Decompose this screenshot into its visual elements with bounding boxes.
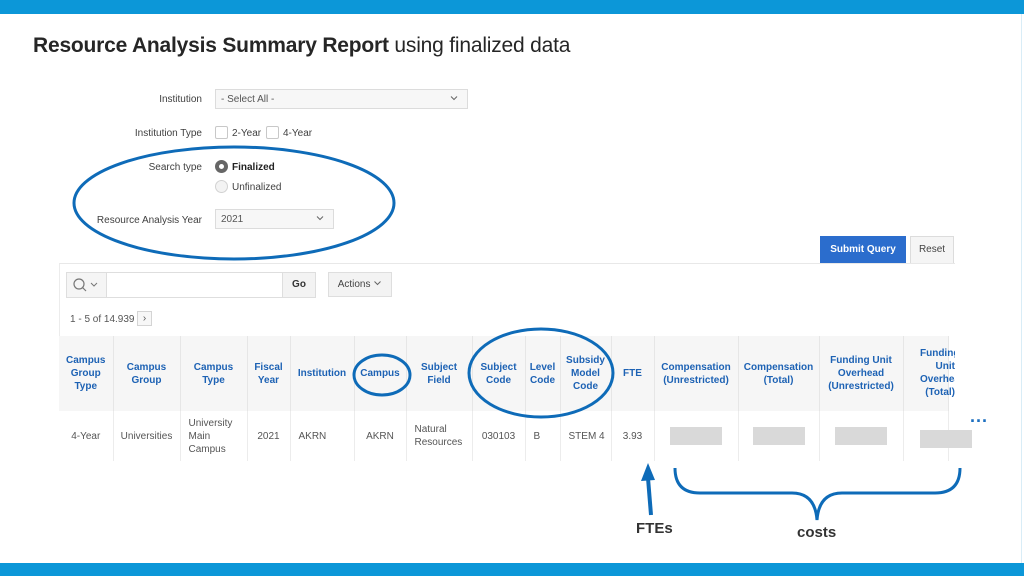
slide-title-bold: Resource Analysis Summary Report (33, 34, 389, 57)
report-search-bar: Go (66, 272, 316, 298)
reset-button[interactable]: Reset (910, 236, 954, 264)
column-header-campus-type[interactable]: Campus Type (180, 336, 248, 411)
next-page-button[interactable]: › (137, 311, 152, 326)
chevron-down-icon (316, 216, 324, 221)
checkbox-2-year[interactable] (215, 126, 228, 139)
cell-campus-type: University Main Campus (180, 411, 248, 461)
checkbox-4-year-label: 4-Year (283, 128, 313, 139)
column-header-level-code[interactable]: Level Code (525, 336, 561, 411)
column-header-funding-overhead-unrestricted[interactable]: Funding Unit Overhead (Unrestricted) (819, 336, 904, 411)
submit-query-button[interactable]: Submit Query (820, 236, 906, 264)
search-icon (73, 278, 98, 292)
redacted-value (920, 430, 972, 448)
slide-edge-line (1021, 14, 1022, 563)
column-header-subsidy-model-code[interactable]: Subsidy Model Code (560, 336, 612, 411)
go-button[interactable]: Go (282, 273, 315, 297)
column-header-campus-group[interactable]: Campus Group (113, 336, 181, 411)
slide-title: Resource Analysis Summary Report using f… (33, 34, 570, 58)
table-row: 4-Year Universities University Main Camp… (59, 411, 949, 461)
year-select-value: 2021 (221, 214, 244, 225)
checkbox-4-year[interactable] (266, 126, 279, 139)
search-type-label: Search type (148, 162, 202, 173)
table-header-row: Campus Group Type Campus Group Campus Ty… (59, 336, 949, 411)
cell-funding-overhead-unrestricted (819, 411, 904, 461)
slide-title-rest: using finalized data (388, 34, 571, 57)
redacted-value (752, 427, 805, 445)
pagination-text: 1 - 5 of 14.939 (70, 314, 135, 325)
checkbox-2-year-label: 2-Year (232, 128, 262, 139)
column-header-institution[interactable]: Institution (290, 336, 355, 411)
institution-select[interactable]: - Select All - (215, 89, 468, 109)
more-columns-ellipsis: ... (970, 406, 989, 426)
column-header-funding-overhead-total-truncated: Funding Unit Overhead (Total) (920, 348, 955, 398)
radio-finalized-label: Finalized (232, 162, 275, 173)
year-select[interactable]: 2021 (215, 209, 334, 229)
radio-unfinalized-label: Unfinalized (232, 182, 282, 193)
search-column-menu[interactable] (67, 273, 107, 297)
cell-campus: AKRN (354, 411, 407, 461)
radio-finalized[interactable] (215, 160, 228, 173)
column-header-campus-group-type[interactable]: Campus Group Type (59, 336, 114, 411)
report-search-input[interactable] (108, 273, 282, 297)
cell-compensation-unrestricted (654, 411, 739, 461)
chevron-down-icon (450, 96, 458, 101)
actions-menu-button[interactable]: Actions (328, 272, 392, 297)
column-header-campus[interactable]: Campus (354, 336, 407, 411)
cell-fte: 3.93 (611, 411, 655, 461)
column-header-fte[interactable]: FTE (611, 336, 655, 411)
bottom-accent-bar (0, 563, 1024, 576)
radio-unfinalized[interactable] (215, 180, 228, 193)
column-header-subject-code[interactable]: Subject Code (472, 336, 526, 411)
cell-subsidy-model-code: STEM 4 (560, 411, 612, 461)
cell-subject-code: 030103 (472, 411, 526, 461)
redacted-value (835, 427, 887, 445)
actions-label: Actions (337, 279, 371, 290)
year-label: Resource Analysis Year (96, 215, 202, 226)
cell-subject-field: Natural Resources (406, 411, 473, 461)
column-header-fiscal-year[interactable]: Fiscal Year (247, 336, 291, 411)
costs-annotation-label: costs (797, 524, 837, 541)
chevron-down-icon (374, 281, 382, 286)
institution-label: Institution (159, 94, 202, 105)
cell-institution: AKRN (290, 411, 355, 461)
fte-arrow-icon (641, 463, 655, 516)
fte-annotation-label: FTEs (636, 520, 673, 537)
institution-select-value: - Select All - (221, 94, 275, 105)
costs-brace-icon (673, 467, 962, 521)
top-accent-bar (0, 0, 1024, 14)
institution-type-label: Institution Type (134, 128, 202, 139)
column-header-compensation-total[interactable]: Compensation (Total) (738, 336, 820, 411)
cell-campus-group: Universities (113, 411, 181, 461)
redacted-value (670, 427, 722, 445)
cell-compensation-total (738, 411, 820, 461)
cell-fiscal-year: 2021 (247, 411, 291, 461)
cell-level-code: B (525, 411, 561, 461)
column-header-compensation-unrestricted[interactable]: Compensation (Unrestricted) (654, 336, 739, 411)
cell-campus-group-type: 4-Year (59, 411, 114, 461)
column-header-subject-field[interactable]: Subject Field (406, 336, 473, 411)
report-table: Campus Group Type Campus Group Campus Ty… (59, 336, 949, 461)
